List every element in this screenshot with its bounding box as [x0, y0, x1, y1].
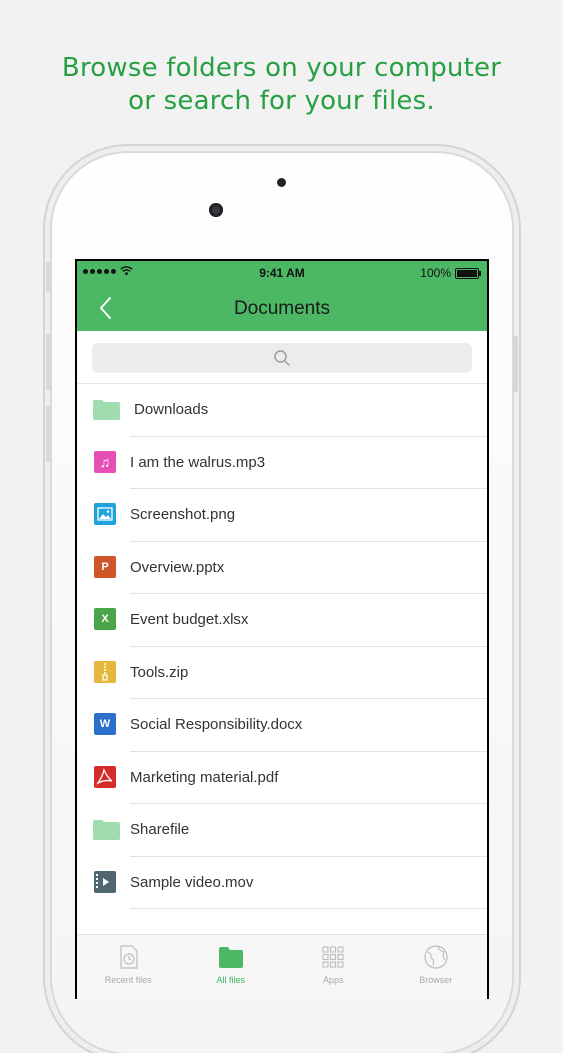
file-row[interactable]: ♫ I am the walrus.mp3 — [77, 437, 487, 489]
phone-screen: 9:41 AM 100% Documents Downloads ♫ I am th… — [75, 259, 489, 999]
battery-icon — [455, 267, 481, 279]
phone-camera — [209, 203, 223, 217]
file-list: Downloads ♫ I am the walrus.mp3 Screenshot.… — [77, 384, 487, 909]
app-screen: 9:41 AM 100% Documents Downloads ♫ I am th… — [77, 261, 487, 999]
file-name: Marketing material.pdf — [130, 768, 279, 786]
file-row[interactable]: Downloads — [77, 384, 487, 437]
file-row[interactable]: P Overview.pptx — [77, 542, 487, 594]
file-name: Social Responsibility.docx — [130, 716, 303, 733]
powerpoint-icon: P — [94, 555, 116, 578]
row-divider — [130, 908, 487, 909]
file-name: Event budget.xlsx — [130, 611, 249, 628]
pdf-icon — [94, 765, 116, 788]
file-name: Tools.zip — [130, 663, 189, 681]
tab-label: All files — [216, 975, 245, 985]
file-name: I am the walrus.mp3 — [130, 453, 266, 471]
file-name: Screenshot.png — [130, 506, 236, 523]
search-input[interactable] — [92, 343, 472, 373]
file-name: Downloads — [134, 401, 209, 418]
page-title: Documents — [233, 298, 331, 319]
file-row[interactable]: X Event budget.xlsx — [77, 594, 487, 647]
file-row[interactable]: Tools.zip — [77, 647, 487, 699]
headline-line-2: or search for your files. — [128, 86, 435, 116]
folder-icon — [218, 947, 243, 968]
image-icon — [94, 503, 116, 525]
tab-all-files[interactable]: All files — [180, 935, 283, 999]
tab-apps[interactable]: Apps — [282, 935, 385, 999]
nav-bar: Documents — [77, 285, 487, 331]
search-icon — [274, 350, 290, 366]
folder-icon — [93, 820, 120, 840]
tab-recent-files[interactable]: Recent files — [77, 935, 180, 999]
file-row[interactable]: Sharefile — [77, 804, 487, 857]
music-note-icon: ♫ — [94, 450, 116, 473]
file-name: Sample video.mov — [130, 873, 254, 891]
search-area — [77, 331, 487, 384]
phone-volume-up — [46, 334, 51, 390]
file-name: Sharefile — [130, 821, 190, 838]
phone-volume-down — [46, 406, 51, 462]
file-row[interactable]: Sample video.mov — [77, 857, 487, 909]
apps-grid-icon — [322, 946, 344, 968]
tab-label: Apps — [322, 975, 344, 985]
status-bar: 9:41 AM 100% — [77, 261, 487, 285]
tab-label: Recent files — [104, 975, 152, 985]
video-icon — [94, 870, 116, 893]
file-row[interactable]: Screenshot.png — [77, 489, 487, 542]
globe-icon — [424, 945, 448, 969]
battery-percent: 100% — [420, 266, 451, 280]
word-icon: W — [94, 713, 116, 735]
folder-icon — [93, 400, 120, 420]
clock-file-icon — [120, 945, 138, 969]
phone-power-button — [513, 336, 518, 392]
file-row[interactable]: Marketing material.pdf — [77, 752, 487, 804]
headline-line-1: Browse folders on your computer — [61, 53, 502, 83]
battery-status: 100% — [420, 266, 481, 280]
headline: Browse folders on your computer or searc… — [0, 52, 563, 118]
tab-browser[interactable]: Browser — [385, 935, 488, 999]
excel-icon: X — [94, 608, 116, 630]
zip-icon — [94, 660, 116, 683]
file-row[interactable]: W Social Responsibility.docx — [77, 699, 487, 752]
tab-bar: Recent files All files Apps Browser — [77, 934, 487, 999]
file-name: Overview.pptx — [130, 558, 225, 576]
phone-mute-switch — [46, 262, 51, 292]
tab-label: Browser — [419, 975, 453, 985]
phone-speaker — [277, 178, 286, 187]
